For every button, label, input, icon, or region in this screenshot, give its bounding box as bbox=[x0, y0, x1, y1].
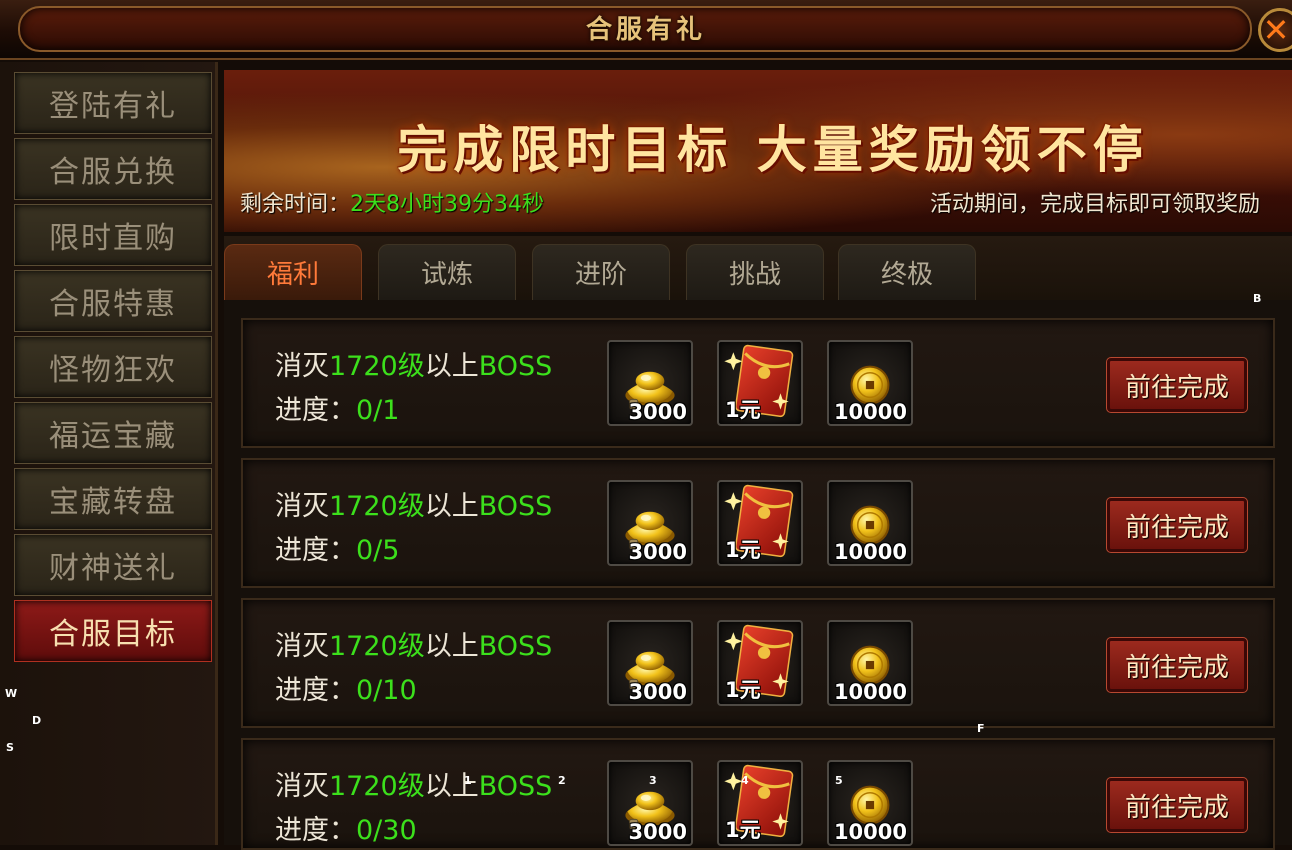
reward-count: 10000 bbox=[833, 680, 907, 704]
task-mid: 以上 bbox=[424, 491, 479, 522]
task-verb: 消灭 bbox=[275, 351, 329, 382]
task-name: 消灭1720级以上BOSS bbox=[275, 764, 552, 803]
sidebar: 登陆有礼 合服兑换 限时直购 合服特惠 怪物狂欢 福运宝藏 宝藏转盘 财神送礼 … bbox=[0, 62, 218, 845]
reward-slot[interactable]: 3000 bbox=[607, 480, 693, 566]
task-level: 1720级 bbox=[329, 771, 425, 802]
tab-trial[interactable]: 试炼 bbox=[378, 244, 516, 300]
tab-ultimate[interactable]: 终极 bbox=[838, 244, 976, 300]
reward-slot[interactable]: 10000 bbox=[827, 340, 913, 426]
reward-count: 1元 bbox=[725, 678, 761, 702]
window-title: 合服有礼 bbox=[585, 15, 706, 45]
remaining-time-value: 2天8小时39分34秒 bbox=[350, 192, 544, 217]
reward-slot[interactable]: 1元 bbox=[717, 620, 803, 706]
task-row: 消灭1720级以上BOSS 进度：0/30 3000 1元 10000 前往完成 bbox=[241, 738, 1275, 850]
reward-slot[interactable]: 1元 bbox=[717, 480, 803, 566]
sidebar-item-login-gift[interactable]: 登陆有礼 bbox=[14, 72, 212, 134]
tab-bar: 福利 试炼 进阶 挑战 终极 bbox=[224, 236, 1292, 300]
task-list: 消灭1720级以上BOSS 进度：0/1 3000 1元 10000 前往完成 … bbox=[224, 300, 1292, 850]
progress-value: 0/5 bbox=[356, 535, 400, 566]
sidebar-item-treasure-wheel[interactable]: 宝藏转盘 bbox=[14, 468, 212, 530]
reward-slot[interactable]: 10000 bbox=[827, 760, 913, 846]
task-mid: 以上 bbox=[424, 631, 479, 662]
remaining-time: 剩余时间：2天8小时39分34秒 bbox=[240, 186, 544, 218]
task-level: 1720级 bbox=[329, 351, 425, 382]
progress-label: 进度： bbox=[275, 815, 356, 846]
progress-label: 进度： bbox=[275, 675, 356, 706]
reward-slot[interactable]: 3000 bbox=[607, 620, 693, 706]
go-complete-button[interactable]: 前往完成 bbox=[1106, 637, 1248, 693]
reward-count: 1元 bbox=[725, 538, 761, 562]
reward-count: 1元 bbox=[725, 398, 761, 422]
task-name: 消灭1720级以上BOSS bbox=[275, 344, 552, 383]
task-name: 消灭1720级以上BOSS bbox=[275, 624, 552, 663]
task-progress: 进度：0/30 bbox=[275, 808, 417, 847]
progress-label: 进度： bbox=[275, 395, 356, 426]
event-banner: 完成限时目标 大量奖励领不停 剩余时间：2天8小时39分34秒 活动期间，完成目… bbox=[224, 70, 1292, 232]
close-button[interactable]: ✕ bbox=[1258, 8, 1292, 52]
key-hint: B bbox=[1253, 292, 1262, 305]
reward-slot[interactable]: 1元 bbox=[717, 760, 803, 846]
key-hint: 3 bbox=[649, 774, 657, 787]
reward-slot[interactable]: 10000 bbox=[827, 480, 913, 566]
key-hint: S bbox=[6, 741, 14, 754]
task-progress: 进度：0/5 bbox=[275, 528, 399, 567]
reward-count: 10000 bbox=[833, 540, 907, 564]
key-hint: W bbox=[5, 687, 18, 700]
task-row: 消灭1720级以上BOSS 进度：0/1 3000 1元 10000 前往完成 bbox=[241, 318, 1275, 448]
task-target: BOSS bbox=[478, 491, 553, 522]
key-hint: D bbox=[32, 714, 42, 727]
sidebar-item-monster-carnival[interactable]: 怪物狂欢 bbox=[14, 336, 212, 398]
tab-challenge[interactable]: 挑战 bbox=[686, 244, 824, 300]
task-mid: 以上 bbox=[424, 351, 479, 382]
reward-count: 3000 bbox=[628, 540, 687, 564]
reward-count: 1元 bbox=[725, 818, 761, 842]
key-hint: 2 bbox=[558, 774, 566, 787]
task-level: 1720级 bbox=[329, 631, 425, 662]
task-target: BOSS bbox=[478, 351, 553, 382]
reward-slot[interactable]: 3000 bbox=[607, 340, 693, 426]
reward-count: 3000 bbox=[628, 820, 687, 844]
task-verb: 消灭 bbox=[275, 491, 329, 522]
remaining-time-label: 剩余时间： bbox=[240, 192, 351, 217]
reward-count: 3000 bbox=[628, 400, 687, 424]
task-row: 消灭1720级以上BOSS 进度：0/10 3000 1元 10000 前往完成 bbox=[241, 598, 1275, 728]
sidebar-item-merge-goals[interactable]: 合服目标 bbox=[14, 600, 212, 662]
key-hint: 1 bbox=[464, 774, 472, 787]
progress-value: 0/10 bbox=[356, 675, 417, 706]
key-hint: 5 bbox=[835, 774, 843, 787]
task-progress: 进度：0/10 bbox=[275, 668, 417, 707]
reward-slot[interactable]: 3000 bbox=[607, 760, 693, 846]
task-verb: 消灭 bbox=[275, 771, 329, 802]
sidebar-item-limited-purchase[interactable]: 限时直购 bbox=[14, 204, 212, 266]
progress-value: 0/1 bbox=[356, 395, 400, 426]
sidebar-item-wealth-gift[interactable]: 财神送礼 bbox=[14, 534, 212, 596]
banner-title: 完成限时目标 大量奖励领不停 bbox=[397, 120, 1149, 179]
task-target: BOSS bbox=[478, 631, 553, 662]
reward-count: 10000 bbox=[833, 820, 907, 844]
go-complete-button[interactable]: 前往完成 bbox=[1106, 497, 1248, 553]
go-complete-button[interactable]: 前往完成 bbox=[1106, 777, 1248, 833]
task-name: 消灭1720级以上BOSS bbox=[275, 484, 552, 523]
event-notice: 活动期间，完成目标即可领取奖励 bbox=[929, 192, 1260, 217]
task-level: 1720级 bbox=[329, 491, 425, 522]
tab-welfare[interactable]: 福利 bbox=[224, 244, 362, 300]
reward-slot[interactable]: 10000 bbox=[827, 620, 913, 706]
tab-advance[interactable]: 进阶 bbox=[532, 244, 670, 300]
sidebar-item-merge-deals[interactable]: 合服特惠 bbox=[14, 270, 212, 332]
sidebar-item-fortune-treasure[interactable]: 福运宝藏 bbox=[14, 402, 212, 464]
task-row: 消灭1720级以上BOSS 进度：0/5 3000 1元 10000 前往完成 bbox=[241, 458, 1275, 588]
progress-label: 进度： bbox=[275, 535, 356, 566]
task-verb: 消灭 bbox=[275, 631, 329, 662]
progress-value: 0/30 bbox=[356, 815, 417, 846]
key-hint: F bbox=[977, 722, 985, 735]
reward-count: 3000 bbox=[628, 680, 687, 704]
key-hint: 4 bbox=[741, 774, 749, 787]
sidebar-item-merge-exchange[interactable]: 合服兑换 bbox=[14, 138, 212, 200]
go-complete-button[interactable]: 前往完成 bbox=[1106, 357, 1248, 413]
close-icon: ✕ bbox=[1262, 11, 1290, 49]
task-progress: 进度：0/1 bbox=[275, 388, 399, 427]
reward-slot[interactable]: 1元 bbox=[717, 340, 803, 426]
reward-count: 10000 bbox=[833, 400, 907, 424]
task-target: BOSS bbox=[478, 771, 553, 802]
